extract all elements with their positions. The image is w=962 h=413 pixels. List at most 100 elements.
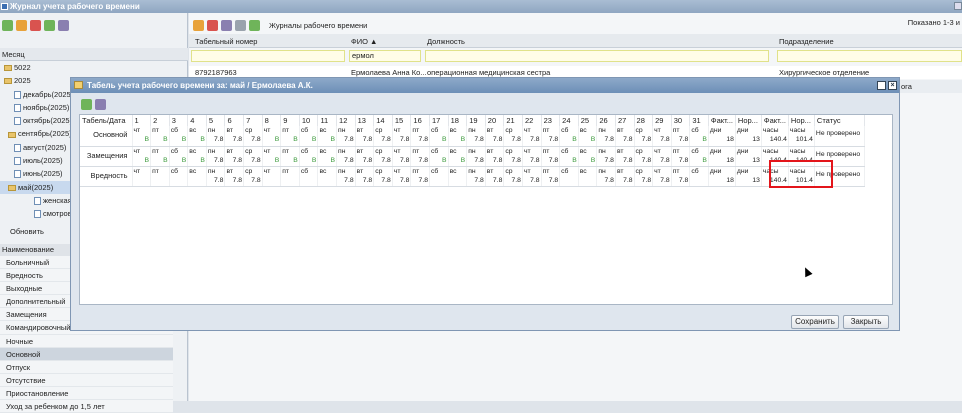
col-day[interactable]: 27 xyxy=(615,115,635,126)
print-icon[interactable] xyxy=(58,19,69,31)
day-cell[interactable]: чт В xyxy=(262,146,282,167)
day-cell[interactable]: вс xyxy=(448,166,468,187)
col-day[interactable]: 17 xyxy=(429,115,449,126)
day-cell[interactable]: вт 7.8 xyxy=(224,146,245,167)
day-cell[interactable]: пт 7.8 xyxy=(671,126,691,147)
day-cell[interactable]: пт xyxy=(150,166,170,187)
col-day[interactable]: 16 xyxy=(410,115,430,126)
col-day[interactable]: 20 xyxy=(485,115,505,126)
col-day[interactable]: 9 xyxy=(280,115,300,126)
col-day[interactable]: 11 xyxy=(317,115,338,126)
add-icon[interactable] xyxy=(2,19,13,31)
day-cell[interactable]: ср 7.8 xyxy=(373,166,393,187)
day-cell[interactable]: чт В xyxy=(262,126,282,147)
day-cell[interactable]: сб В xyxy=(559,146,579,167)
day-cell[interactable]: вт 7.8 xyxy=(224,126,245,147)
col-status[interactable]: Статус xyxy=(814,115,865,126)
col-fact[interactable]: Факт... xyxy=(708,115,736,126)
filter-fio-input[interactable]: ермол xyxy=(349,50,421,62)
col-fio[interactable]: ФИО ▲ xyxy=(351,37,377,46)
day-cell[interactable]: вс xyxy=(187,166,207,187)
day-cell[interactable]: сб В xyxy=(429,126,449,147)
close-icon[interactable]: × xyxy=(888,81,897,90)
day-cell[interactable]: ср 7.8 xyxy=(373,146,393,167)
day-cell[interactable]: вт 7.8 xyxy=(485,146,505,167)
day-cell[interactable]: ср 7.8 xyxy=(503,126,523,147)
col-day[interactable]: 3 xyxy=(169,115,189,126)
day-cell[interactable]: сб В xyxy=(689,126,709,147)
day-cell[interactable]: сб В xyxy=(169,146,189,167)
copy-icon[interactable] xyxy=(44,19,55,31)
col-day[interactable]: 24 xyxy=(559,115,579,126)
day-cell[interactable]: вс В xyxy=(187,126,207,147)
save-button[interactable]: Сохранить xyxy=(791,315,839,329)
day-cell[interactable]: сб xyxy=(299,166,319,187)
col-day[interactable]: 10 xyxy=(299,115,319,126)
maximize-icon[interactable] xyxy=(877,81,886,90)
settings-dropdown-icon[interactable] xyxy=(95,99,106,110)
day-cell[interactable]: вт 7.8 xyxy=(355,126,375,147)
day-cell[interactable]: вс В xyxy=(317,126,338,147)
day-cell[interactable]: пн 7.8 xyxy=(596,126,616,147)
day-cell[interactable]: вт 7.8 xyxy=(615,166,635,187)
col-tabel-date[interactable]: Табель/Дата xyxy=(80,115,133,126)
col-tab-number[interactable]: Табельный номер xyxy=(195,37,257,46)
month-column-header[interactable]: Месяц xyxy=(0,48,188,61)
day-cell[interactable]: вт 7.8 xyxy=(355,166,375,187)
tree-item[interactable]: 5022 xyxy=(0,61,188,74)
day-cell[interactable]: чт 7.8 xyxy=(522,146,542,167)
col-position[interactable]: Должность xyxy=(427,37,465,46)
list-item[interactable]: Уход за ребенком до 1,5 лет xyxy=(0,400,173,413)
col-day[interactable]: 30 xyxy=(671,115,691,126)
col-day[interactable]: 13 xyxy=(355,115,375,126)
day-cell[interactable]: пн 7.8 xyxy=(466,146,486,167)
list-item[interactable]: Ночные xyxy=(0,334,173,348)
day-cell[interactable]: пт 7.8 xyxy=(410,146,430,167)
col-day[interactable]: 19 xyxy=(466,115,486,126)
list-item[interactable]: Основной xyxy=(0,347,173,361)
day-cell[interactable]: пн 7.8 xyxy=(206,146,226,167)
day-cell[interactable]: вт 7.8 xyxy=(485,126,505,147)
day-cell[interactable]: вс xyxy=(578,166,598,187)
col-day[interactable]: 18 xyxy=(448,115,468,126)
day-cell[interactable]: ср 7.8 xyxy=(503,166,523,187)
table-row[interactable]: Основной чт Впт Всб Ввс Впн 7.8 вт 7.8 ср 7.8 чт Впт… xyxy=(80,126,865,147)
day-cell[interactable]: ср 7.8 xyxy=(634,166,654,187)
day-cell[interactable]: пн 7.8 xyxy=(336,166,356,187)
edit-icon[interactable] xyxy=(193,19,204,31)
day-cell[interactable]: вт 7.8 xyxy=(485,166,505,187)
day-cell[interactable]: пт 7.8 xyxy=(671,166,691,187)
col-norm_d[interactable]: Нор... xyxy=(735,115,762,126)
day-cell[interactable]: вс В xyxy=(317,146,338,167)
day-cell[interactable]: пт В xyxy=(280,146,300,167)
col-day[interactable]: 12 xyxy=(336,115,356,126)
day-cell[interactable]: пт В xyxy=(280,126,300,147)
close-button[interactable]: Закрыть xyxy=(843,315,889,329)
day-cell[interactable]: вт 7.8 xyxy=(615,146,635,167)
day-cell[interactable]: чт 7.8 xyxy=(392,166,412,187)
day-cell[interactable]: пн 7.8 xyxy=(206,126,226,147)
day-cell[interactable]: вс В xyxy=(578,126,598,147)
col-day[interactable]: 2 xyxy=(150,115,170,126)
day-cell[interactable]: чт xyxy=(262,166,282,187)
day-cell[interactable]: сб В xyxy=(299,126,319,147)
col-day[interactable]: 25 xyxy=(578,115,598,126)
day-cell[interactable]: пт В xyxy=(150,146,170,167)
table-row[interactable]: Замещения чт Впт Всб Ввс Впн 7.8 вт 7.8 ср 7.8 чт Вп… xyxy=(80,146,865,167)
day-cell[interactable]: пн 7.8 xyxy=(336,146,356,167)
list-item[interactable]: Отсутствие xyxy=(0,373,173,387)
day-cell[interactable]: ср 7.8 xyxy=(243,146,263,167)
day-cell[interactable]: пт 7.8 xyxy=(541,146,561,167)
day-cell[interactable]: чт 7.8 xyxy=(522,126,542,147)
day-cell[interactable]: вс В xyxy=(578,146,598,167)
day-cell[interactable]: вс В xyxy=(448,126,468,147)
day-cell[interactable]: ср 7.8 xyxy=(634,146,654,167)
col-day[interactable]: 15 xyxy=(392,115,412,126)
day-cell[interactable]: пн 7.8 xyxy=(596,146,616,167)
table-row[interactable]: Вредность чт пт сб вс пн 7.8 вт 7.8 ср 7.8 чт пт сб вс… xyxy=(80,166,865,187)
day-cell[interactable]: чт 7.8 xyxy=(652,126,672,147)
delete-icon[interactable] xyxy=(207,19,218,31)
col-fact_h[interactable]: Факт... xyxy=(761,115,789,126)
day-cell[interactable]: чт 7.8 xyxy=(522,166,542,187)
day-cell[interactable]: сб В xyxy=(559,126,579,147)
